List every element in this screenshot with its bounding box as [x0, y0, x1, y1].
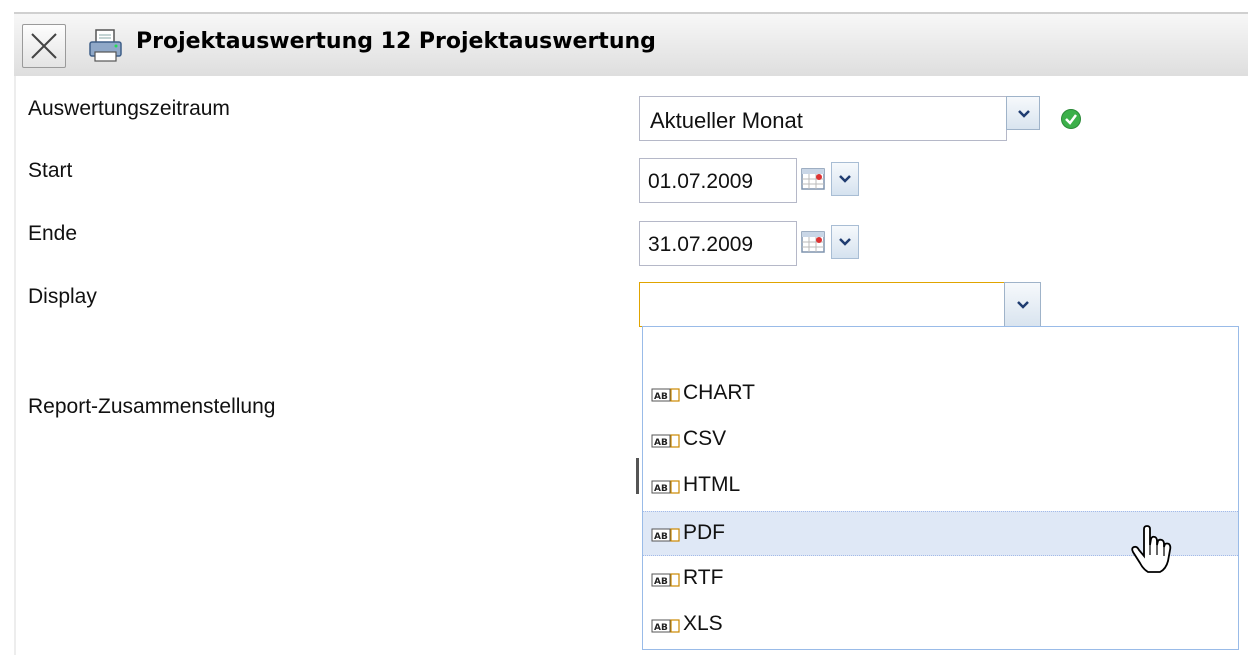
option-xls[interactable]: AB XLS: [643, 603, 1238, 648]
print-button[interactable]: [86, 28, 126, 64]
display-options-list[interactable]: AB CHART AB CSV AB HTML AB PDF AB RTF AB…: [642, 326, 1239, 650]
text-field-icon: AB: [651, 573, 680, 587]
display-select[interactable]: [639, 282, 1005, 327]
svg-text:AB: AB: [654, 577, 668, 587]
printer-icon: [89, 29, 122, 62]
start-label: Start: [28, 159, 73, 182]
text-field-icon: AB: [651, 619, 680, 633]
end-label: Ende: [28, 222, 78, 245]
option-csv[interactable]: AB CSV: [643, 418, 1238, 463]
text-field-icon: AB: [651, 434, 680, 448]
svg-text:AB: AB: [654, 532, 668, 542]
chevron-down-icon: [839, 238, 851, 246]
start-date-dropdown-button[interactable]: [831, 162, 859, 196]
svg-text:AB: AB: [654, 392, 668, 402]
text-field-icon: AB: [651, 388, 680, 402]
svg-text:AB: AB: [654, 438, 668, 448]
display-label: Display: [28, 285, 97, 308]
start-date-value: 01.07.2009: [648, 170, 754, 193]
end-date-dropdown-button[interactable]: [831, 225, 859, 259]
option-html[interactable]: AB HTML: [643, 464, 1238, 509]
chevron-down-icon: [1017, 301, 1029, 309]
option-chart[interactable]: AB CHART: [643, 372, 1238, 417]
close-button[interactable]: [22, 24, 66, 68]
text-field-icon: AB: [651, 528, 680, 542]
svg-text:AB: AB: [654, 623, 668, 633]
calendar-icon[interactable]: [799, 165, 829, 195]
check-ok-icon: [1061, 109, 1081, 129]
svg-text:AB: AB: [654, 484, 668, 494]
end-date-value: 31.07.2009: [648, 233, 754, 256]
panel-border: [14, 76, 16, 655]
period-label: Auswertungszeitraum: [28, 97, 230, 120]
period-dropdown-button[interactable]: [1006, 96, 1040, 130]
close-icon: [31, 33, 57, 59]
chevron-down-icon: [1018, 110, 1030, 118]
hand-pointer-icon: [1131, 525, 1172, 573]
period-select[interactable]: Aktueller Monat: [639, 96, 1007, 141]
end-date-field[interactable]: 31.07.2009: [639, 221, 797, 266]
text-field-icon: AB: [651, 480, 680, 494]
start-date-field[interactable]: 01.07.2009: [639, 158, 797, 203]
field-edge: [636, 458, 639, 494]
display-dropdown-button[interactable]: [1004, 282, 1041, 327]
window-title: Projektauswertung 12 Projektauswertung: [136, 29, 656, 54]
report-label: Report-Zusammenstellung: [28, 395, 276, 418]
chevron-down-icon: [839, 175, 851, 183]
period-value: Aktueller Monat: [650, 108, 803, 133]
calendar-icon[interactable]: [799, 228, 829, 258]
